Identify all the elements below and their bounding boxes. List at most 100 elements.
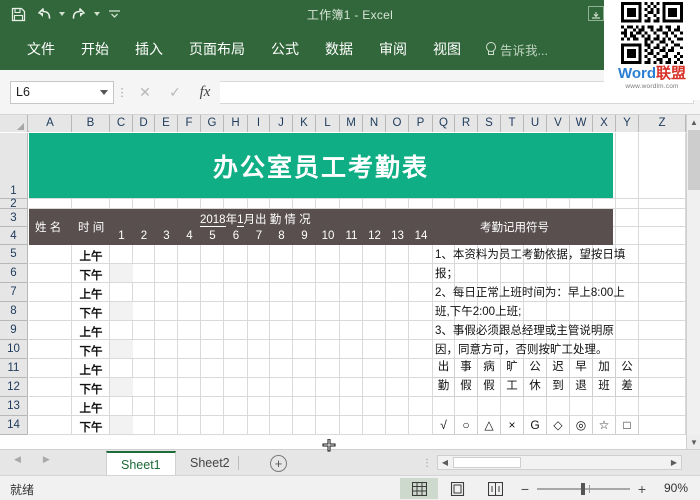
column-header-E[interactable]: E xyxy=(155,115,178,132)
cell-F14[interactable] xyxy=(178,416,201,435)
cell-Y1[interactable] xyxy=(616,133,639,199)
column-header-C[interactable]: C xyxy=(110,115,133,132)
row-header-11[interactable]: 11 xyxy=(0,359,28,378)
cell-U13[interactable] xyxy=(524,397,547,416)
cell-O11[interactable] xyxy=(386,359,409,378)
row-header-10[interactable]: 10 xyxy=(0,340,28,359)
shaded-cell[interactable] xyxy=(110,302,133,320)
note-line-4[interactable]: 班,下午2:00上班; xyxy=(435,304,521,321)
cell-N2[interactable] xyxy=(363,199,386,209)
period-cell-row12[interactable]: 下午 xyxy=(72,381,110,397)
confirm-icon[interactable]: ✓ xyxy=(160,81,190,104)
legend-label-top-1[interactable]: 出 xyxy=(433,359,455,378)
cell-P8[interactable] xyxy=(409,302,433,321)
cell-G13[interactable] xyxy=(201,397,224,416)
cell-P12[interactable] xyxy=(409,378,433,397)
cell-M12[interactable] xyxy=(340,378,363,397)
cell-L5[interactable] xyxy=(316,245,340,264)
cell-Y6[interactable] xyxy=(616,264,639,283)
cell-K8[interactable] xyxy=(293,302,316,321)
cell-R6[interactable] xyxy=(455,264,478,283)
legend-symbol-4[interactable]: × xyxy=(501,416,524,435)
cell-V6[interactable] xyxy=(547,264,570,283)
cell-Q13[interactable] xyxy=(433,397,455,416)
cell-P2[interactable] xyxy=(409,199,433,209)
cell-Z5[interactable] xyxy=(639,245,686,264)
cell-W2[interactable] xyxy=(570,199,593,209)
row-header-8[interactable]: 8 xyxy=(0,302,28,321)
legend-label-top-7[interactable]: 早 xyxy=(570,359,593,378)
legend-label-top-2[interactable]: 事 xyxy=(455,359,478,378)
cell-E5[interactable] xyxy=(155,245,178,264)
tab-home[interactable]: 开始 xyxy=(68,28,122,70)
page-break-icon[interactable] xyxy=(476,478,514,499)
cell-L11[interactable] xyxy=(316,359,340,378)
cell-J14[interactable] xyxy=(270,416,293,435)
period-cell-row10[interactable]: 下午 xyxy=(72,343,110,359)
cell-F10[interactable] xyxy=(178,340,201,359)
name-box[interactable]: L6 xyxy=(10,81,114,104)
cell-W6[interactable] xyxy=(570,264,593,283)
cell-I7[interactable] xyxy=(248,283,270,302)
legend-label-bottom-9[interactable]: 差 xyxy=(616,378,639,397)
cell-F13[interactable] xyxy=(178,397,201,416)
row-header-4[interactable]: 4 xyxy=(0,227,28,245)
period-cell-row9[interactable]: 上午 xyxy=(72,324,110,340)
cell-M2[interactable] xyxy=(340,199,363,209)
scroll-right-icon[interactable]: ▶ xyxy=(667,456,681,469)
cell-A12[interactable] xyxy=(29,378,72,397)
legend-label-top-8[interactable]: 加 xyxy=(593,359,616,378)
zoom-out-button[interactable]: − xyxy=(520,481,530,497)
cell-K11[interactable] xyxy=(293,359,316,378)
add-sheet-button[interactable]: + xyxy=(270,455,287,472)
vertical-scroll-thumb[interactable] xyxy=(688,130,700,190)
cell-F6[interactable] xyxy=(178,264,201,283)
cell-O13[interactable] xyxy=(386,397,409,416)
cell-O14[interactable] xyxy=(386,416,409,435)
cell-U6[interactable] xyxy=(524,264,547,283)
note-line-6[interactable]: 因，同意方可，否则按旷工处理。 xyxy=(435,342,608,359)
cell-Z12[interactable] xyxy=(639,378,686,397)
tab-insert[interactable]: 插入 xyxy=(122,28,176,70)
cell-Z7[interactable] xyxy=(639,283,686,302)
column-header-Q[interactable]: Q xyxy=(433,115,455,132)
row-header-14[interactable]: 14 xyxy=(0,416,28,435)
cell-D10[interactable] xyxy=(133,340,155,359)
cell-L6[interactable] xyxy=(316,264,340,283)
cell-O9[interactable] xyxy=(386,321,409,340)
cell-P6[interactable] xyxy=(409,264,433,283)
period-cell-row5[interactable]: 上午 xyxy=(72,248,110,264)
tab-file[interactable]: 文件 xyxy=(14,28,68,70)
cell-J6[interactable] xyxy=(270,264,293,283)
column-header-H[interactable]: H xyxy=(224,115,248,132)
cell-Y8[interactable] xyxy=(616,302,639,321)
zoom-in-button[interactable]: + xyxy=(637,481,647,497)
column-header-T[interactable]: T xyxy=(501,115,524,132)
cell-A13[interactable] xyxy=(29,397,72,416)
cell-Z3[interactable] xyxy=(639,209,686,227)
legend-symbol-5[interactable]: G xyxy=(524,416,547,435)
cell-H12[interactable] xyxy=(224,378,248,397)
cell-K13[interactable] xyxy=(293,397,316,416)
cell-I5[interactable] xyxy=(248,245,270,264)
cell-K14[interactable] xyxy=(293,416,316,435)
column-header-X[interactable]: X xyxy=(593,115,616,132)
cancel-icon[interactable]: ✕ xyxy=(130,81,160,104)
legend-label-bottom-1[interactable]: 勤 xyxy=(433,378,455,397)
cell-I12[interactable] xyxy=(248,378,270,397)
legend-label-bottom-7[interactable]: 退 xyxy=(570,378,593,397)
column-header-L[interactable]: L xyxy=(316,115,340,132)
cell-T13[interactable] xyxy=(501,397,524,416)
cell-E11[interactable] xyxy=(155,359,178,378)
column-header-D[interactable]: D xyxy=(133,115,155,132)
cell-O2[interactable] xyxy=(386,199,409,209)
cell-N13[interactable] xyxy=(363,397,386,416)
legend-label-top-9[interactable]: 公 xyxy=(616,359,639,378)
cell-M6[interactable] xyxy=(340,264,363,283)
legend-label-bottom-6[interactable]: 到 xyxy=(547,378,570,397)
cell-C11[interactable] xyxy=(110,359,133,378)
cell-G10[interactable] xyxy=(201,340,224,359)
legend-label-bottom-2[interactable]: 假 xyxy=(455,378,478,397)
legend-symbol-7[interactable]: ◎ xyxy=(570,416,593,435)
cell-L12[interactable] xyxy=(316,378,340,397)
